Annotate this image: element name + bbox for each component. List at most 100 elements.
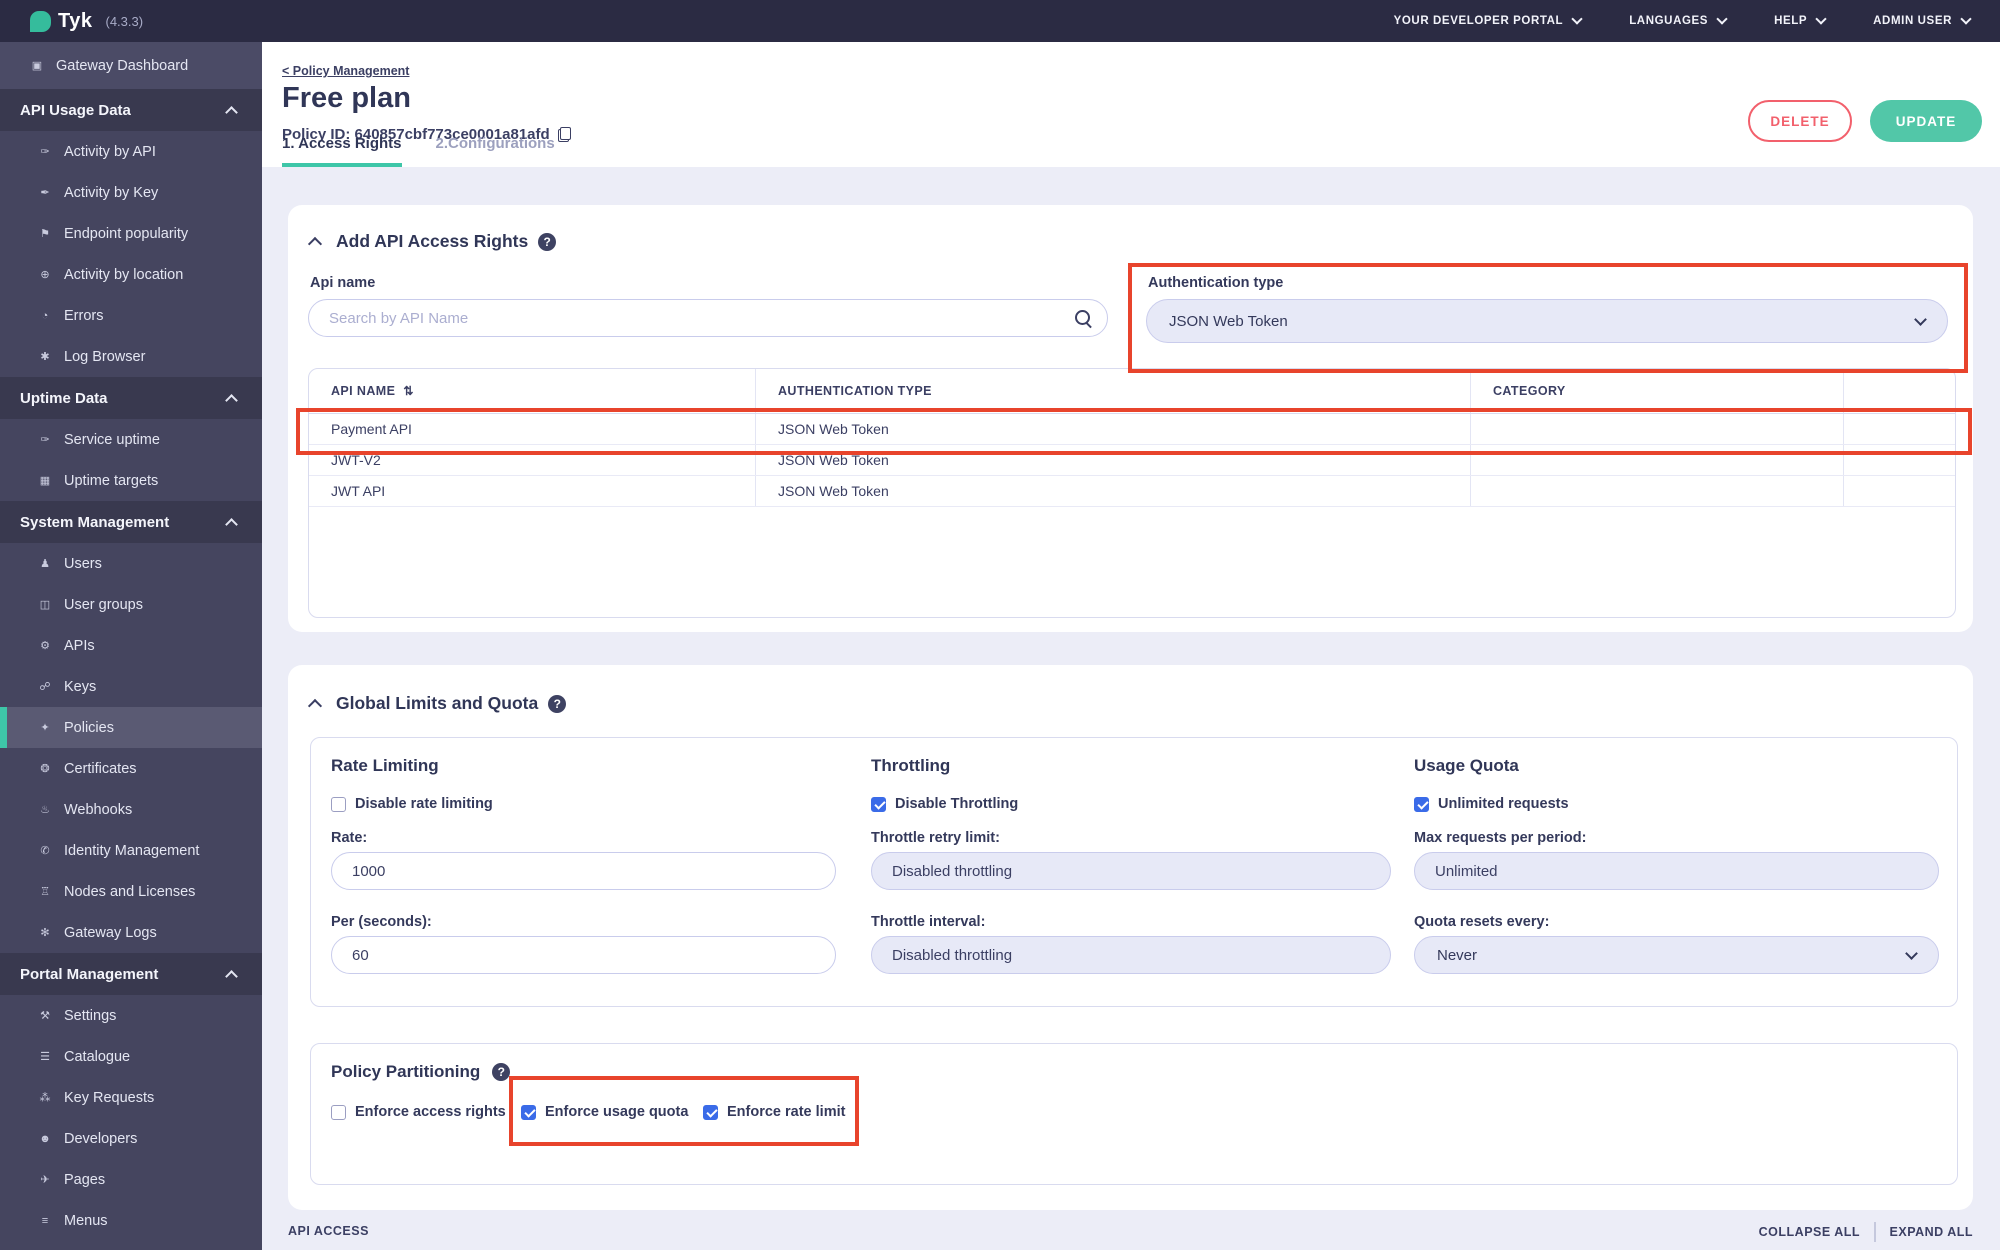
sidebar-section-system-management[interactable]: System Management [0,501,262,543]
help-icon[interactable]: ? [538,232,557,251]
rate-input[interactable] [331,852,836,890]
expand-all-button[interactable]: EXPAND ALL [1890,1225,1973,1239]
sidebar-item-user-groups[interactable]: ◫ User groups [0,584,262,625]
enforce-rate-limit-checkbox[interactable]: Enforce rate limit [703,1104,845,1120]
search-icon[interactable] [1074,309,1092,327]
sidebar-item-uptime-targets[interactable]: ▦ Uptime targets [0,460,262,501]
sidebar-item-identity-management[interactable]: ✆ Identity Management [0,830,262,871]
disable-throttling-checkbox[interactable]: Disable Throttling [871,796,1018,812]
column-api-name[interactable]: API NAME ⇅ [309,369,756,413]
menu-developer-portal[interactable]: YOUR DEVELOPER PORTAL [1394,13,1583,27]
sidebar-item-keys[interactable]: ☍ Keys [0,666,262,707]
sidebar-item-policies[interactable]: ✦ Policies [0,707,262,748]
sidebar-item-key-requests[interactable]: ⁂ Key Requests [0,1077,262,1118]
copy-icon[interactable] [557,127,571,142]
sidebar-item-errors[interactable]: ◔ Errors [0,295,262,336]
column-auth-type: AUTHENTICATION TYPE [756,369,1471,413]
collapse-all-button[interactable]: COLLAPSE ALL [1759,1225,1860,1239]
sidebar-item-catalogue[interactable]: ☰ Catalogue [0,1036,262,1077]
auth-type-select[interactable]: JSON Web Token [1146,299,1948,343]
sort-icon[interactable]: ⇅ [403,384,413,398]
developers-icon: ☻ [39,1132,51,1145]
sidebar-item-users[interactable]: ♟ Users [0,543,262,584]
sidebar-section-uptime-data[interactable]: Uptime Data [0,377,262,419]
sidebar-item-gateway-dashboard[interactable]: ▣ Gateway Dashboard [0,42,262,89]
disable-rate-limiting-checkbox[interactable]: Disable rate limiting [331,796,493,812]
global-limits-card: Global Limits and Quota ? Rate Limiting … [288,665,1973,1210]
sidebar-section-portal-management[interactable]: Portal Management [0,953,262,995]
delete-button[interactable]: DELETE [1748,100,1852,142]
sidebar: ▣ Gateway Dashboard API Usage Data ✑ Act… [0,42,262,1250]
menu-languages[interactable]: LANGUAGES [1629,13,1728,27]
sidebar-item-nodes-and-licenses[interactable]: ♖ Nodes and Licenses [0,871,262,912]
throttle-retry-input [871,852,1391,890]
menu-admin-user[interactable]: ADMIN USER [1873,13,1972,27]
enforce-usage-quota-checkbox[interactable]: Enforce usage quota [521,1104,688,1120]
collapse-caret-icon [307,236,323,252]
policy-partitioning-box: Policy Partitioning ? Enforce access rig… [310,1043,1958,1185]
sidebar-item-service-uptime[interactable]: ✑ Service uptime [0,419,262,460]
checkbox-checked-icon[interactable] [521,1104,536,1120]
sidebar-item-settings[interactable]: ⚒ Settings [0,995,262,1036]
chevron-down-icon [1914,312,1927,326]
throttling-column: Throttling Disable Throttling Throttle r… [871,738,1391,1006]
chevron-down-icon [1905,946,1918,960]
search-input[interactable] [308,299,1108,337]
global-limits-section-header[interactable]: Global Limits and Quota ? [307,693,567,714]
page-header: < Policy Management Free plan Policy ID:… [262,42,2000,167]
sidebar-item-gateway-logs[interactable]: ✻ Gateway Logs [0,912,262,953]
identity-icon: ✆ [40,845,50,857]
quota-resets-select[interactable]: Never [1414,936,1939,974]
enforce-access-rights-checkbox[interactable]: Enforce access rights [331,1104,506,1120]
sidebar-item-activity-by-location[interactable]: ⊕ Activity by location [0,254,262,295]
error-icon: ◔ [41,309,49,322]
targets-icon: ▦ [39,475,51,487]
checkbox-checked-icon[interactable] [871,796,886,812]
auth-type-value: JSON Web Token [1169,312,1288,330]
sidebar-item-webhooks[interactable]: ♨ Webhooks [0,789,262,830]
sidebar-item-developers[interactable]: ☻ Developers [0,1118,262,1159]
sidebar-item-activity-by-key[interactable]: ✒ Activity by Key [0,172,262,213]
sidebar-item-apis[interactable]: ⚙ APIs [0,625,262,666]
sidebar-item-menus[interactable]: ≡ Menus [0,1200,262,1241]
max-requests-input [1414,852,1939,890]
tyk-logo[interactable]: Tyk (4.3.3) [30,10,143,33]
globe-icon: ⊕ [40,269,50,281]
bug-icon: ✱ [40,351,50,363]
checkbox-unchecked-icon[interactable] [331,1104,346,1120]
chevron-up-icon [225,517,238,531]
access-rights-section-header[interactable]: Add API Access Rights ? [307,231,557,252]
key-icon: ✒ [40,187,50,199]
chevron-up-icon [225,105,238,119]
sidebar-section-api-usage-data[interactable]: API Usage Data [0,89,262,131]
tab-configurations[interactable]: 2.Configurations [436,135,555,167]
per-seconds-input[interactable] [331,936,836,974]
menu-help[interactable]: HELP [1774,13,1827,27]
unlimited-requests-checkbox[interactable]: Unlimited requests [1414,796,1569,812]
tab-access-rights[interactable]: 1. Access Rights [282,135,402,167]
table-row-jwt-api[interactable]: JWT API JSON Web Token [309,476,1955,507]
breadcrumb[interactable]: < Policy Management [282,64,409,78]
update-button[interactable]: UPDATE [1870,100,1982,142]
chevron-down-icon [1716,13,1728,25]
help-icon[interactable]: ? [492,1063,511,1081]
sidebar-item-certificates[interactable]: ❂ Certificates [0,748,262,789]
chevron-down-icon [1815,13,1827,25]
checkbox-checked-icon[interactable] [1414,796,1429,812]
certificate-icon: ❂ [40,763,50,775]
help-icon[interactable]: ? [548,694,567,713]
table-row-jwt-v2[interactable]: JWT-V2 JSON Web Token [309,445,1955,476]
sidebar-item-log-browser[interactable]: ✱ Log Browser [0,336,262,377]
flag-icon: ⚑ [40,228,50,240]
sidebar-item-pages[interactable]: ✈ Pages [0,1159,262,1200]
sidebar-item-activity-by-api[interactable]: ✑ Activity by API [0,131,262,172]
checkbox-checked-icon[interactable] [703,1104,718,1120]
sidebar-item-endpoint-popularity[interactable]: ⚑ Endpoint popularity [0,213,262,254]
gears-icon: ⚙ [40,640,50,652]
checkbox-unchecked-icon[interactable] [331,796,346,812]
table-row-payment-api[interactable]: Payment API JSON Web Token [309,414,1955,445]
keys-icon: ☍ [39,681,51,693]
api-table: API NAME ⇅ AUTHENTICATION TYPE CATEGORY … [308,368,1956,618]
usage-quota-column: Usage Quota Unlimited requests Max reque… [1414,738,1939,1006]
activity-api-icon: ✑ [40,146,50,158]
